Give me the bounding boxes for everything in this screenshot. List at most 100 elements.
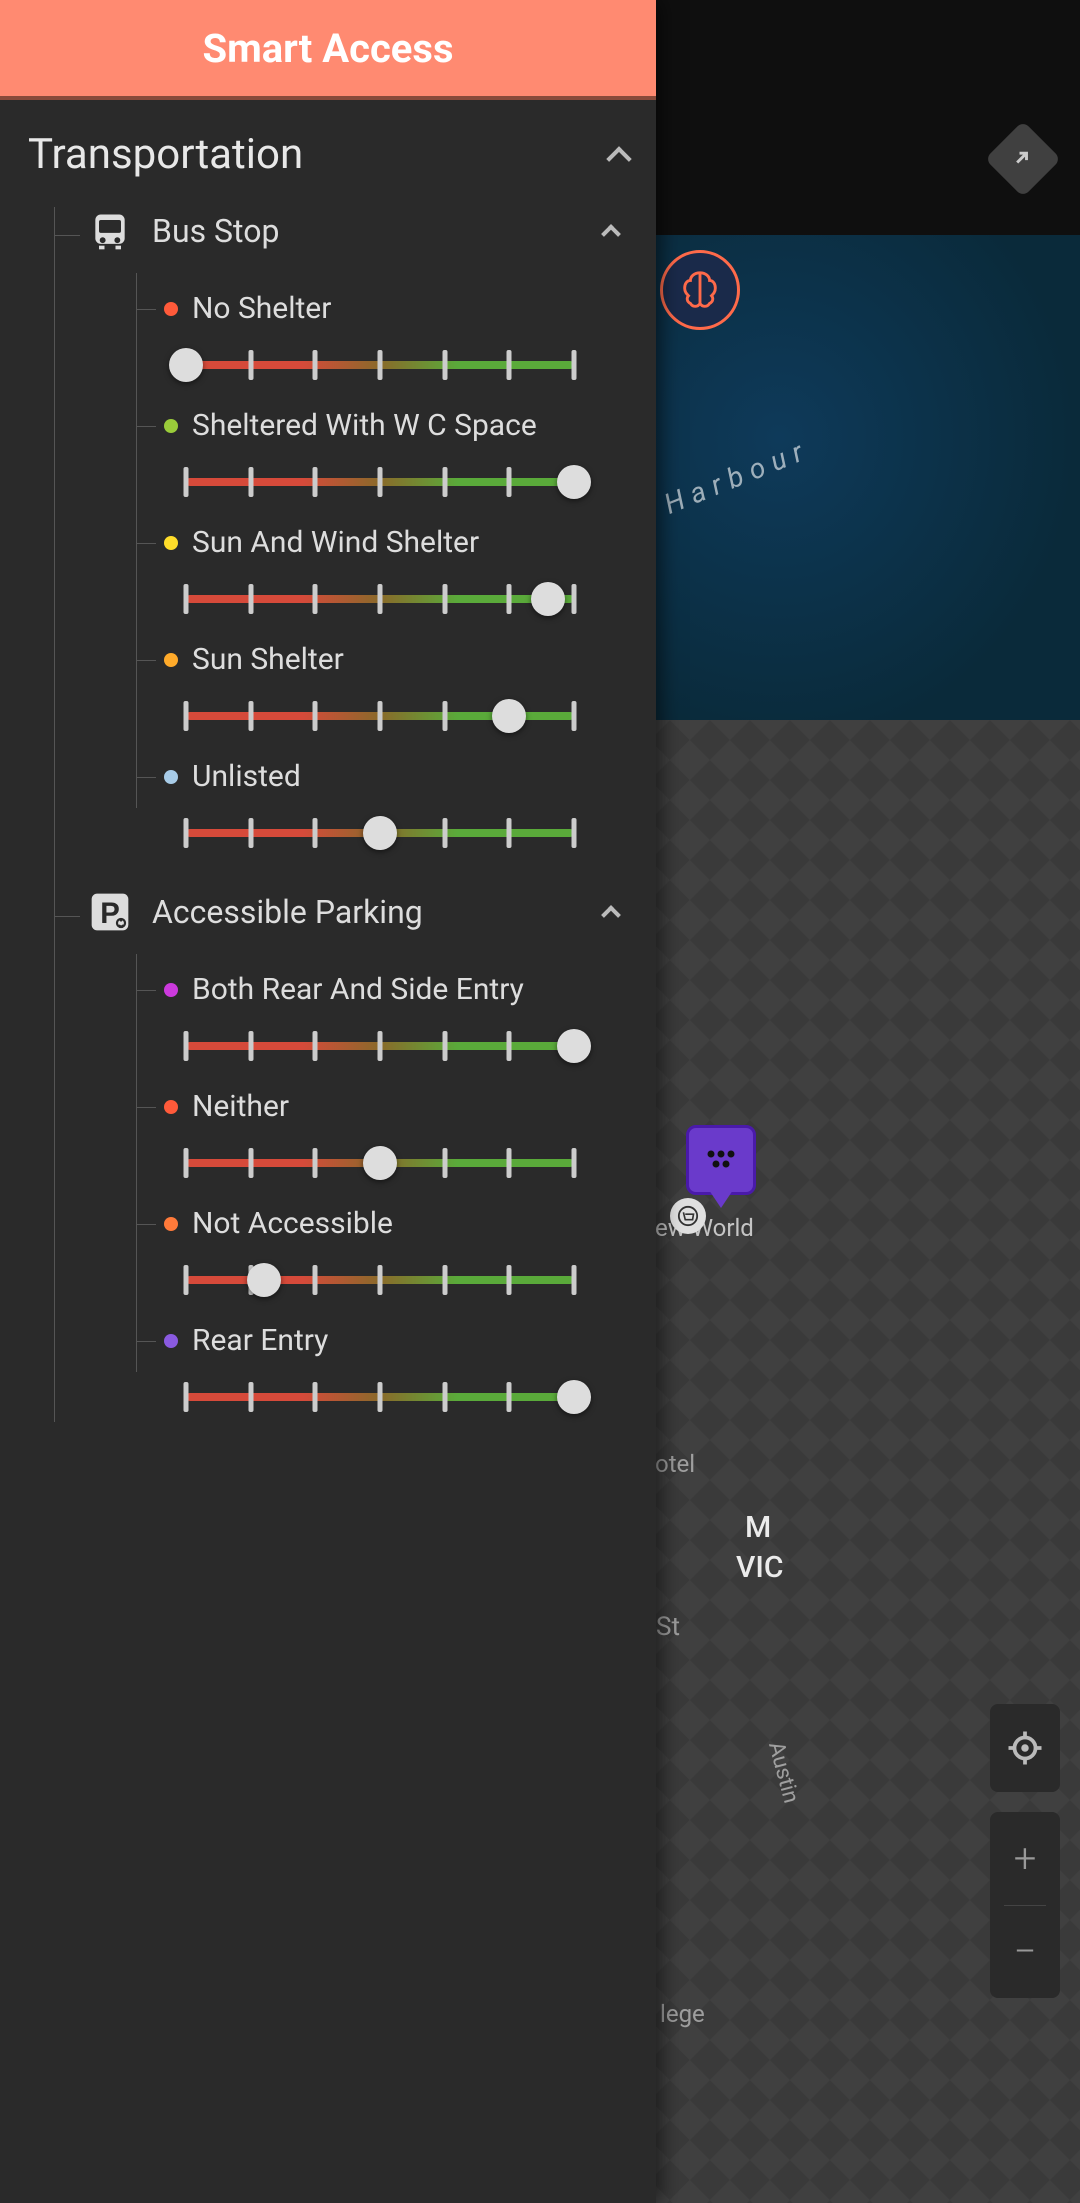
slider-tick — [378, 1031, 383, 1061]
slider-ticks — [186, 1380, 574, 1414]
slider-ticks — [186, 348, 574, 382]
cluster-marker[interactable] — [686, 1125, 756, 1195]
slider-tick — [313, 1148, 318, 1178]
slider-tick — [378, 584, 383, 614]
filter-item-header: No Shelter — [164, 291, 628, 326]
slider-tick — [507, 350, 512, 380]
slider-tick — [442, 818, 447, 848]
slider-tick — [313, 584, 318, 614]
slider-thumb[interactable] — [557, 1380, 591, 1414]
slider-ticks — [186, 582, 574, 616]
slider-thumb[interactable] — [363, 816, 397, 850]
tree-connector — [136, 1107, 156, 1108]
parking-icon-wrap: P — [86, 888, 134, 936]
section-header-transportation[interactable]: Transportation — [28, 130, 628, 179]
slider-thumb[interactable] — [363, 1146, 397, 1180]
slider-tick — [442, 1148, 447, 1178]
slider[interactable] — [186, 1263, 574, 1297]
locate-button[interactable] — [990, 1704, 1060, 1792]
filter-item: Rear Entry — [136, 1305, 628, 1422]
tree-connector — [136, 1224, 156, 1225]
slider-tick — [442, 701, 447, 731]
slider-tick — [313, 1031, 318, 1061]
category-title: Accessible Parking — [152, 893, 586, 931]
slider-ticks — [186, 1029, 574, 1063]
filter-item-label: Rear Entry — [192, 1323, 328, 1358]
filter-item-header: Neither — [164, 1089, 628, 1124]
slider-tick — [248, 1148, 253, 1178]
filter-item-label: Sheltered With W C Space — [192, 408, 537, 443]
section-title: Transportation — [28, 130, 303, 179]
slider-tick — [572, 584, 577, 614]
brain-marker[interactable] — [660, 250, 740, 330]
category-header-accessible-parking[interactable]: P Accessible Parking — [86, 888, 628, 936]
slider-thumb[interactable] — [531, 582, 565, 616]
slider[interactable] — [186, 465, 574, 499]
slider-thumb[interactable] — [557, 1029, 591, 1063]
slider-thumb[interactable] — [169, 348, 203, 382]
filter-tree: Bus Stop No Shelter Sheltered With W C Spa… — [28, 207, 628, 1422]
zoom-in-button[interactable]: + — [990, 1812, 1060, 1905]
slider[interactable] — [186, 1380, 574, 1414]
slider-tick — [442, 1382, 447, 1412]
slider-tick — [378, 350, 383, 380]
filter-item: Both Rear And Side Entry — [136, 954, 628, 1071]
slider[interactable] — [186, 816, 574, 850]
category-bus-stop: Bus Stop No Shelter Sheltered With W C Spa… — [28, 207, 628, 858]
bus-icon-wrap — [86, 207, 134, 255]
slider-tick — [378, 701, 383, 731]
filter-item-label: Sun Shelter — [192, 642, 344, 677]
slider-tick — [507, 1031, 512, 1061]
brain-icon — [677, 267, 723, 313]
filter-item: Not Accessible — [136, 1188, 628, 1305]
slider-thumb[interactable] — [247, 1263, 281, 1297]
slider[interactable] — [186, 1029, 574, 1063]
filter-item-label: Not Accessible — [192, 1206, 393, 1241]
slider-tick — [442, 1031, 447, 1061]
slider-tick — [184, 1382, 189, 1412]
slider-thumb[interactable] — [492, 699, 526, 733]
slider-thumb[interactable] — [557, 465, 591, 499]
slider[interactable] — [186, 699, 574, 733]
cluster-dots-icon — [689, 1128, 753, 1192]
tree-connector — [54, 916, 80, 917]
status-dot — [164, 1217, 178, 1231]
status-dot — [164, 1334, 178, 1348]
category-accessible-parking: P Accessible Parking Both Rear And Side En… — [28, 888, 628, 1422]
slider-tick — [184, 1148, 189, 1178]
status-dot — [164, 1100, 178, 1114]
slider[interactable] — [186, 1146, 574, 1180]
slider-tick — [507, 818, 512, 848]
filter-item-header: Rear Entry — [164, 1323, 628, 1358]
slider-tick — [313, 818, 318, 848]
slider-tick — [442, 467, 447, 497]
slider-tick — [313, 1382, 318, 1412]
tree-connector — [136, 660, 156, 661]
slider-tick — [184, 701, 189, 731]
slider-tick — [184, 467, 189, 497]
filter-item-header: Sheltered With W C Space — [164, 408, 628, 443]
slider-tick — [313, 467, 318, 497]
slider-tick — [378, 1265, 383, 1295]
filter-item-header: Sun And Wind Shelter — [164, 525, 628, 560]
slider-ticks — [186, 1263, 574, 1297]
category-header-bus-stop[interactable]: Bus Stop — [86, 207, 628, 255]
slider[interactable] — [186, 582, 574, 616]
directions-icon — [1009, 145, 1037, 173]
panel-body: Transportation Bus Stop No Shelter Shelter… — [0, 100, 656, 2203]
slider[interactable] — [186, 348, 574, 382]
app-title: Smart Access — [202, 25, 453, 72]
zoom-out-button[interactable]: − — [990, 1906, 1060, 1999]
filter-item-label: No Shelter — [192, 291, 331, 326]
locate-icon — [1007, 1730, 1043, 1766]
status-dot — [164, 536, 178, 550]
slider-tick — [507, 584, 512, 614]
slider-tick — [572, 818, 577, 848]
slider-tick — [313, 1265, 318, 1295]
slider-tick — [248, 350, 253, 380]
slider-tick — [248, 1382, 253, 1412]
shop-marker[interactable] — [670, 1198, 706, 1234]
filter-item-header: Unlisted — [164, 759, 628, 794]
slider-tick — [248, 467, 253, 497]
slider-tick — [572, 701, 577, 731]
